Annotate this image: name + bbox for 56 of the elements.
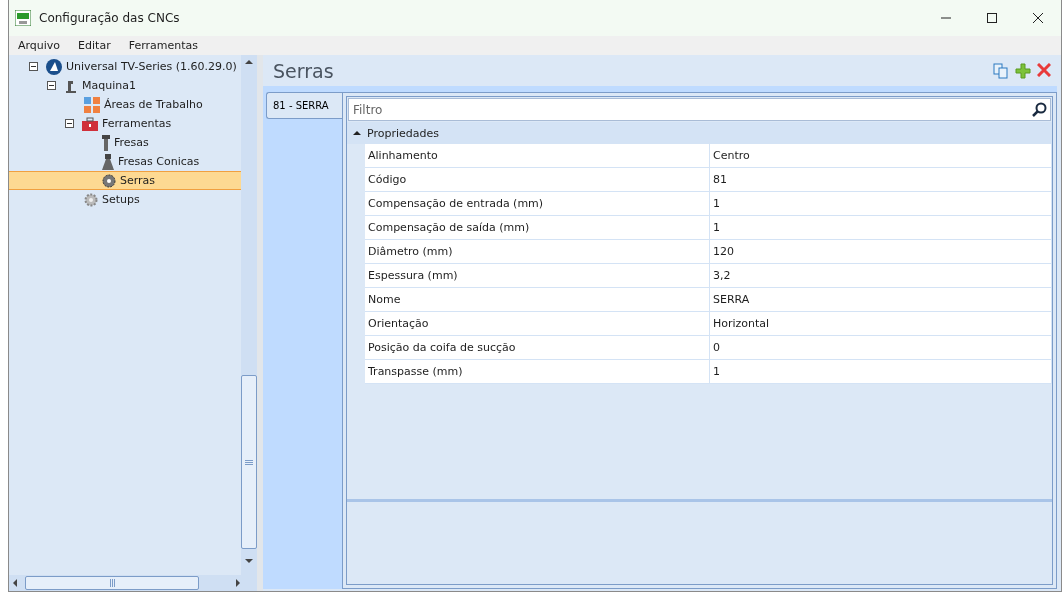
- maximize-icon[interactable]: [987, 13, 997, 23]
- property-value[interactable]: 1: [710, 216, 1052, 239]
- tree-item[interactable]: Setups: [9, 190, 241, 209]
- close-icon[interactable]: [1033, 13, 1043, 23]
- collapse-toggle-icon[interactable]: [29, 62, 38, 71]
- menu-item[interactable]: Arquivo: [11, 36, 72, 55]
- saw-blade-icon: [102, 173, 116, 188]
- property-value[interactable]: Horizontal: [710, 312, 1052, 335]
- property-name: Espessura (mm): [365, 264, 710, 287]
- property-name: Compensação de entrada (mm): [365, 192, 710, 215]
- menu-item[interactable]: Ferramentas: [121, 36, 209, 55]
- tree-item[interactable]: Fresas: [9, 133, 241, 152]
- collapse-toggle-icon[interactable]: [65, 119, 74, 128]
- cone-tool-icon: [102, 153, 114, 170]
- grid-icon: [84, 96, 100, 113]
- property-value[interactable]: SERRA: [710, 288, 1052, 311]
- property-value[interactable]: 81: [710, 168, 1052, 191]
- window-title: Configuração das CNCs: [39, 11, 180, 25]
- delete-icon[interactable]: [1037, 62, 1051, 77]
- mill-tool-icon: [102, 134, 110, 151]
- menu-item[interactable]: Editar: [71, 36, 122, 55]
- scrollbar-thumb[interactable]: [241, 375, 257, 549]
- property-name: Alinhamento: [365, 144, 710, 167]
- property-value[interactable]: 3,2: [710, 264, 1052, 287]
- tree-item[interactable]: Ferramentas: [9, 114, 241, 133]
- property-value[interactable]: Centro: [710, 144, 1052, 167]
- scrollbar-thumb[interactable]: [25, 576, 199, 590]
- machine-icon: [64, 78, 78, 93]
- property-name: Diâmetro (mm): [365, 240, 710, 263]
- property-name: Compensação de saída (mm): [365, 216, 710, 239]
- panel-title: Serras: [273, 59, 334, 82]
- property-value[interactable]: 0: [710, 336, 1052, 359]
- property-value[interactable]: 1: [710, 360, 1052, 383]
- property-value[interactable]: 1: [710, 192, 1052, 215]
- filter-field[interactable]: Filtro: [348, 98, 1051, 121]
- property-name: Transpasse (mm): [365, 360, 710, 383]
- tree-item[interactable]: Fresas Conicas: [9, 152, 241, 171]
- property-value[interactable]: 120: [710, 240, 1052, 263]
- triangle-logo-icon: [46, 58, 62, 75]
- copy-icon[interactable]: [993, 62, 1009, 79]
- search-icon[interactable]: [1031, 102, 1047, 118]
- collapse-caret-icon[interactable]: [353, 130, 361, 136]
- property-name: Código: [365, 168, 710, 191]
- property-name: Orientação: [365, 312, 710, 335]
- category-label: Propriedades: [367, 126, 439, 140]
- property-name: Posição da coifa de sucção: [365, 336, 710, 359]
- tree-item[interactable]: Maquina1: [9, 76, 241, 95]
- cnc-app-icon: [15, 10, 31, 26]
- collapse-toggle-icon[interactable]: [47, 81, 56, 90]
- tree-item[interactable]: Universal TV-Series (1.60.29.0): [9, 57, 241, 76]
- tree-item[interactable]: Áreas de Trabalho: [9, 95, 241, 114]
- tab[interactable]: 81 - SERRA: [266, 92, 342, 119]
- tree-item[interactable]: Serras: [9, 171, 241, 190]
- property-name: Nome: [365, 288, 710, 311]
- toolbox-icon: [82, 116, 98, 131]
- gear-icon: [84, 192, 98, 207]
